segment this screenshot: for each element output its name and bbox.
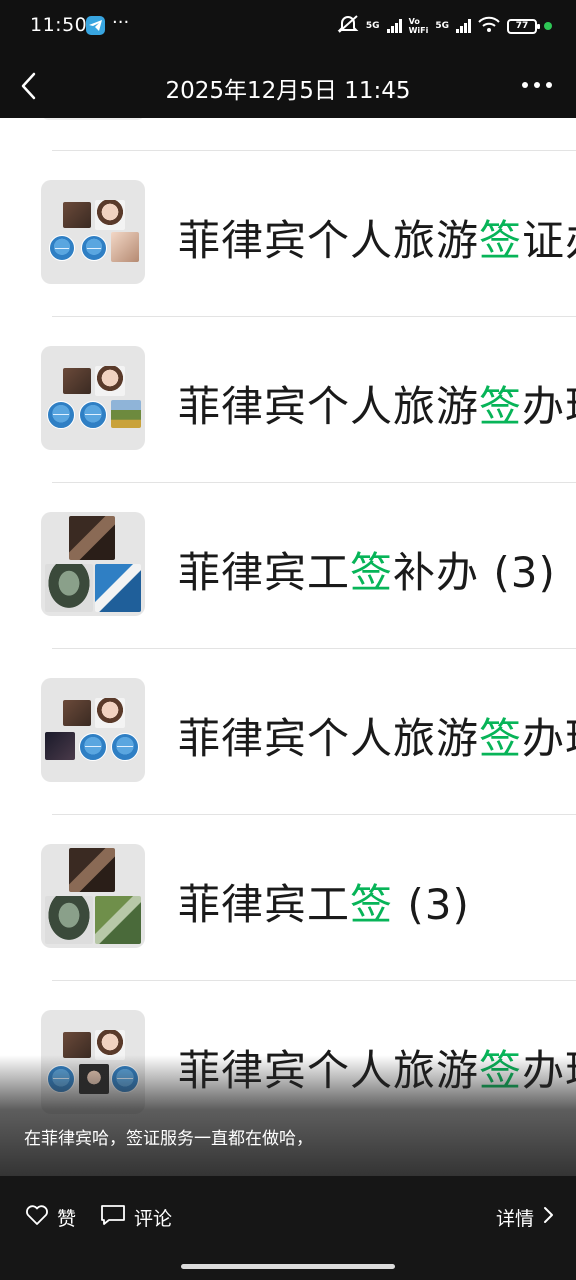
status-more-icon: ···: [112, 12, 130, 33]
privacy-dot: [544, 22, 552, 30]
chat-item: 菲律宾工签 (3): [0, 815, 576, 980]
like-button[interactable]: 赞: [25, 1204, 76, 1231]
cut-avatar: [41, 118, 145, 120]
chevron-right-icon: [542, 1206, 554, 1229]
signal-icon: [386, 19, 402, 33]
detail-button[interactable]: 详情: [496, 1204, 554, 1231]
caption-overlay: [0, 1055, 576, 1176]
post-caption: 在菲律宾哈，签证服务一直都在做哈，: [24, 1129, 313, 1149]
like-label: 赞: [57, 1208, 77, 1230]
more-dots-icon[interactable]: [522, 82, 552, 88]
wifi-icon: [478, 16, 500, 37]
post-image: 菲律宾个人旅游签证办 菲律宾个人旅游签办理 菲律宾工签补办 (3): [0, 118, 576, 1176]
chat-item: 菲律宾个人旅游签办理: [0, 317, 576, 482]
status-bar: 11:50 ··· 5G Vo WiFi 5G 77: [0, 0, 576, 54]
mute-icon: [337, 14, 359, 38]
group-avatar: [41, 180, 145, 284]
volte-label: Vo WiFi: [408, 17, 429, 35]
page-title: 2025年12月5日 11:45: [165, 78, 411, 104]
group-avatar: [41, 346, 145, 450]
group-avatar: [41, 844, 145, 948]
comment-label: 评论: [134, 1208, 173, 1230]
nav-bar: 2025年12月5日 11:45: [0, 54, 576, 118]
chat-name: 菲律宾个人旅游签办理: [178, 714, 576, 763]
status-indicators: 5G Vo WiFi 5G 77: [337, 14, 552, 38]
network-5g-label: 5G: [365, 20, 380, 31]
chat-name: 菲律宾工签补办 (3): [178, 548, 556, 597]
chat-name: 菲律宾个人旅游签办理: [178, 382, 576, 431]
chat-item: 菲律宾个人旅游签办理: [0, 649, 576, 814]
battery-icon: 77: [507, 18, 540, 34]
bottom-action-bar: 赞 评论 详情: [0, 1176, 576, 1280]
comment-icon: [100, 1204, 126, 1231]
chat-name: 菲律宾工签 (3): [178, 880, 470, 929]
signal-icon-2: [456, 19, 471, 33]
network-5g-label-2: 5G: [435, 20, 449, 31]
detail-label: 详情: [495, 1208, 534, 1230]
telegram-icon: [86, 16, 105, 35]
chat-item: 菲律宾个人旅游签证办: [0, 151, 576, 316]
status-time: 11:50: [30, 14, 88, 36]
home-indicator[interactable]: [181, 1264, 395, 1269]
group-avatar: [41, 512, 145, 616]
chat-item: 菲律宾工签补办 (3): [0, 483, 576, 648]
group-avatar: [41, 678, 145, 782]
heart-icon: [25, 1204, 49, 1231]
chat-name: 菲律宾个人旅游签证办: [178, 216, 576, 265]
comment-button[interactable]: 评论: [100, 1204, 172, 1231]
